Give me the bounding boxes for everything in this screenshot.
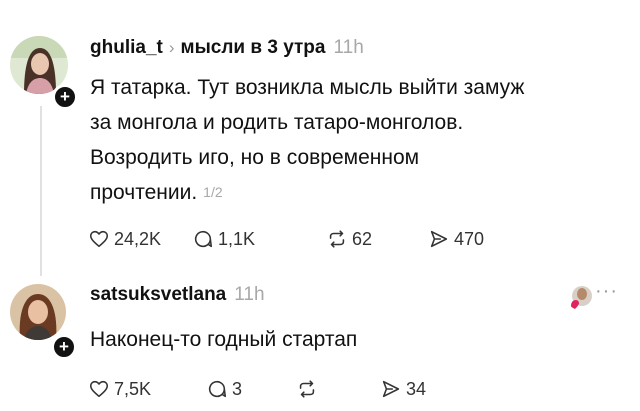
repost-button[interactable] xyxy=(296,378,322,400)
like-button[interactable]: 24,2K xyxy=(88,228,161,250)
like-count: 7,5K xyxy=(114,379,152,399)
liked-by-author-avatar-icon xyxy=(571,286,592,309)
like-count: 24,2K xyxy=(114,229,162,249)
reply-count: 1,1K xyxy=(218,229,256,249)
reply-count: 3 xyxy=(232,379,243,399)
post-text-line: Возродить иго, но в современном xyxy=(90,146,420,169)
post-text-line: прочтении. xyxy=(90,181,198,204)
share-button[interactable]: 470 xyxy=(428,228,484,250)
repost-count: 62 xyxy=(352,229,373,249)
follow-button[interactable]: + xyxy=(52,84,78,110)
post-text: Наконец-то годный стартап xyxy=(90,322,630,357)
thread-post: + ghulia_t › мысли в 3 утра 11h Я татарка. … xyxy=(0,0,640,276)
comment-icon xyxy=(208,380,227,398)
share-count: 34 xyxy=(406,379,427,399)
heart-icon xyxy=(89,230,109,248)
more-options-icon[interactable]: ··· xyxy=(595,280,618,303)
repost-icon xyxy=(299,380,315,398)
avatar[interactable] xyxy=(10,284,66,340)
post-text-line: Наконец-то годный стартап xyxy=(90,328,358,351)
reply-button[interactable]: 3 xyxy=(206,378,242,400)
share-button[interactable]: 34 xyxy=(380,378,426,400)
like-button[interactable]: 7,5K xyxy=(88,378,151,400)
repost-icon xyxy=(329,230,345,248)
username[interactable]: satsuksvetlana xyxy=(90,284,226,305)
reply-button[interactable]: 1,1K xyxy=(192,228,255,250)
follow-button[interactable]: + xyxy=(51,334,77,360)
send-icon xyxy=(382,380,400,398)
thread-line xyxy=(40,106,42,276)
chevron-right-icon: › xyxy=(168,38,175,57)
post-text-line: за монгола и родить татаро-монголов. xyxy=(90,111,464,134)
send-icon xyxy=(430,230,448,248)
timestamp: 11h xyxy=(333,37,364,58)
repost-button[interactable]: 62 xyxy=(326,228,372,250)
heart-icon xyxy=(89,380,109,398)
page-indicator: 1/2 xyxy=(203,184,223,200)
timestamp: 11h xyxy=(234,284,265,305)
post-text-line: Я татарка. Тут возникла мысль выйти заму… xyxy=(90,76,525,99)
thread-post: + satsuksvetlana 11h ··· Наконец-то годны… xyxy=(0,272,640,411)
post-header: ghulia_t › мысли в 3 утра 11h xyxy=(90,37,364,59)
topic-tag[interactable]: мысли в 3 утра xyxy=(181,37,326,58)
post-header: satsuksvetlana 11h xyxy=(90,284,265,306)
post-text: Я татарка. Тут возникла мысль выйти заму… xyxy=(90,70,630,210)
comment-icon xyxy=(194,230,213,248)
share-count: 470 xyxy=(454,229,485,249)
username[interactable]: ghulia_t xyxy=(90,37,163,58)
